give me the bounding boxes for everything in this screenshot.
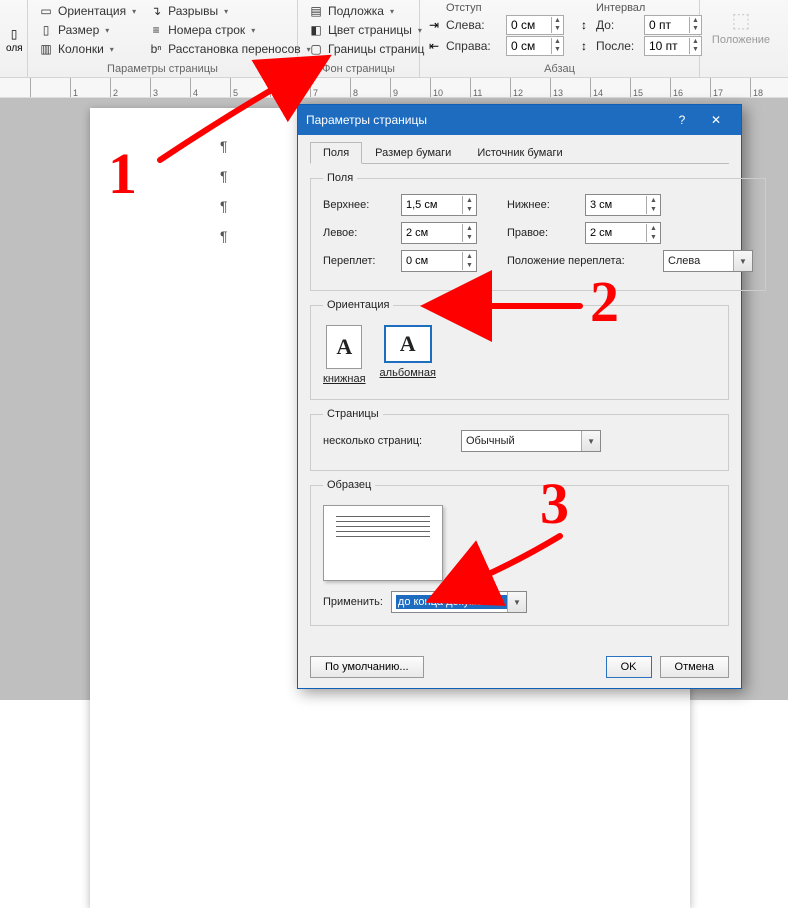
orientation-landscape[interactable]: A альбомная: [380, 325, 436, 385]
watermark-icon: ▤: [308, 3, 324, 19]
hyphenation-button[interactable]: bⁿРасстановка переносов: [144, 40, 315, 58]
position-icon: ⬚: [727, 6, 755, 34]
page-color-button[interactable]: ◧Цвет страницы: [304, 21, 428, 39]
annotation-number-2: 2: [590, 268, 619, 335]
left-margin-input[interactable]: ▲▼: [401, 222, 477, 244]
spacing-title: Интервал: [576, 2, 702, 14]
preview-legend: Образец: [323, 479, 375, 491]
orientation-portrait[interactable]: A книжная: [323, 325, 366, 385]
indent-left-icon: ⇥: [426, 17, 442, 33]
dialog-tabs: Поля Размер бумаги Источник бумаги: [310, 141, 729, 164]
indent-right-label: Справа:: [446, 39, 502, 53]
line-numbers-button[interactable]: ≡Номера строк: [144, 21, 315, 39]
gutter-label: Переплет:: [323, 255, 393, 267]
annotation-number-3: 3: [540, 470, 569, 537]
right-margin-input[interactable]: ▲▼: [585, 222, 661, 244]
landscape-label: альбомная: [380, 367, 436, 379]
gutter-position-label: Положение переплета:: [507, 255, 655, 267]
page-setup-dialog: Параметры страницы ? ✕ Поля Размер бумаг…: [297, 104, 742, 689]
page-borders-button[interactable]: ▢Границы страниц: [304, 40, 428, 58]
indent-right-input[interactable]: ▲▼: [506, 36, 564, 56]
fieldset-margins: Поля Верхнее: ▲▼ Нижнее: ▲▼ Левое: ▲▼ Пр…: [310, 172, 766, 291]
spacing-after-input[interactable]: ▲▼: [644, 36, 702, 56]
position-button[interactable]: ⬚Положение: [706, 2, 776, 50]
spacing-before-label: До:: [596, 18, 640, 32]
annotation-number-1: 1: [108, 140, 137, 207]
ribbon-group-page-setup: ▭Ориентация ▯Размер ▥Колонки ↴Разрывы ≡Н…: [28, 0, 298, 77]
ribbon-group-paragraph: Отступ ⇥ Слева: ▲▼ ⇤ Справа: ▲▼ Интервал ↕ До…: [420, 0, 700, 77]
size-button[interactable]: ▯Размер: [34, 21, 140, 39]
margins-icon[interactable]: ▯: [6, 26, 22, 42]
size-icon: ▯: [38, 22, 54, 38]
spacing-before-icon: ↕: [576, 17, 592, 33]
preview-image: [323, 505, 443, 581]
indent-left-label: Слева:: [446, 18, 502, 32]
default-button[interactable]: По умолчанию...: [310, 656, 424, 678]
group-label-page-bg: Фон страницы: [304, 61, 413, 77]
color-icon: ◧: [308, 22, 324, 38]
orientation-icon: ▭: [38, 3, 54, 19]
fieldset-orientation: Ориентация A книжная A альбомная: [310, 299, 729, 400]
apply-to-select[interactable]: до конца документа▼: [391, 591, 527, 613]
pages-legend: Страницы: [323, 408, 383, 420]
breaks-button[interactable]: ↴Разрывы: [144, 2, 315, 20]
spacing-after-label: После:: [596, 39, 640, 53]
hyphen-icon: bⁿ: [148, 41, 164, 57]
indent-title: Отступ: [426, 2, 564, 14]
left-margin-label: Левое:: [323, 227, 393, 239]
columns-button[interactable]: ▥Колонки: [34, 40, 140, 58]
tab-paper-size[interactable]: Размер бумаги: [362, 142, 464, 164]
top-margin-label: Верхнее:: [323, 199, 393, 211]
columns-icon: ▥: [38, 41, 54, 57]
portrait-label: книжная: [323, 373, 366, 385]
group-label-page-setup: Параметры страницы: [34, 61, 291, 77]
watermark-button[interactable]: ▤Подложка: [304, 2, 428, 20]
spacing-after-icon: ↕: [576, 38, 592, 54]
right-margin-label: Правое:: [507, 227, 577, 239]
gutter-input[interactable]: ▲▼: [401, 250, 477, 272]
spacing-before-input[interactable]: ▲▼: [644, 15, 702, 35]
ribbon: ▯оля ▭Ориентация ▯Размер ▥Колонки ↴Разры…: [0, 0, 788, 78]
orientation-legend: Ориентация: [323, 299, 393, 311]
dialog-title: Параметры страницы: [306, 113, 665, 127]
bottom-margin-input[interactable]: ▲▼: [585, 194, 661, 216]
indent-left-input[interactable]: ▲▼: [506, 15, 564, 35]
breaks-icon: ↴: [148, 3, 164, 19]
fieldset-preview: Образец Применить: до конца документа▼: [310, 479, 729, 626]
ok-button[interactable]: OK: [606, 656, 652, 678]
ribbon-group-arrange: ⬚Положение: [700, 0, 780, 77]
bottom-margin-label: Нижнее:: [507, 199, 577, 211]
ribbon-group-page-background: ▤Подложка ◧Цвет страницы ▢Границы страни…: [298, 0, 420, 77]
help-button[interactable]: ?: [665, 107, 699, 133]
ruler[interactable]: 123456789101112131415161718: [0, 78, 788, 98]
group-label-paragraph: Абзац: [426, 61, 693, 77]
multi-pages-label: несколько страниц:: [323, 435, 453, 447]
borders-icon: ▢: [308, 41, 324, 57]
tab-paper-source[interactable]: Источник бумаги: [464, 142, 575, 164]
fieldset-pages: Страницы несколько страниц: Обычный▼: [310, 408, 729, 471]
dialog-footer: По умолчанию... OK Отмена: [298, 646, 741, 688]
tab-fields[interactable]: Поля: [310, 142, 362, 164]
lines-icon: ≡: [148, 22, 164, 38]
multi-pages-select[interactable]: Обычный▼: [461, 430, 601, 452]
ribbon-group-margins-stub: ▯оля: [0, 0, 28, 77]
indent-right-icon: ⇤: [426, 38, 442, 54]
cancel-button[interactable]: Отмена: [660, 656, 729, 678]
dialog-titlebar[interactable]: Параметры страницы ? ✕: [298, 105, 741, 135]
top-margin-input[interactable]: ▲▼: [401, 194, 477, 216]
margins-legend: Поля: [323, 172, 357, 184]
gutter-position-select[interactable]: Слева▼: [663, 250, 753, 272]
close-button[interactable]: ✕: [699, 107, 733, 133]
orientation-button[interactable]: ▭Ориентация: [34, 2, 140, 20]
apply-to-label: Применить:: [323, 596, 383, 608]
